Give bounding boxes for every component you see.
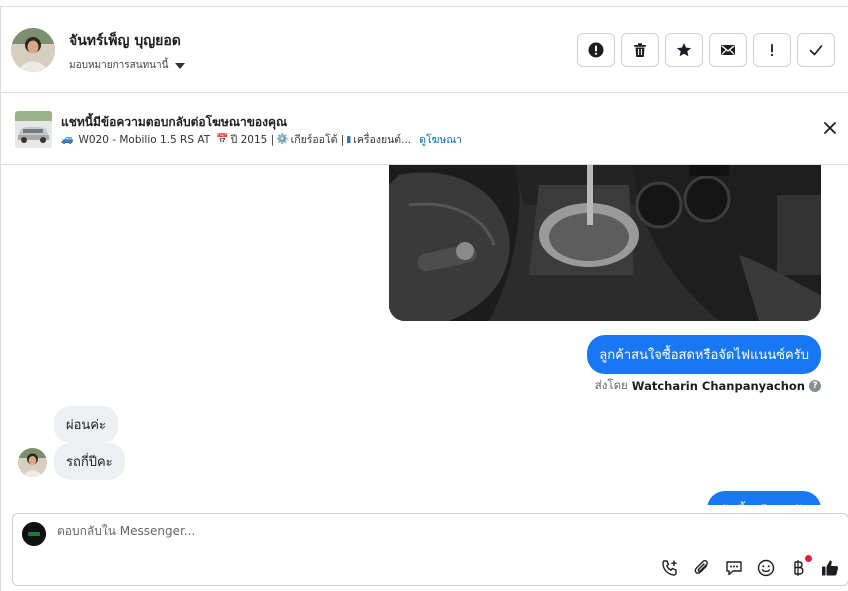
page-avatar: [22, 522, 46, 546]
outgoing-message[interactable]: ลูกค้าสนใจซื้อสดหรือจัดไฟแนนซ์ครับ: [587, 335, 821, 374]
chevron-down-icon: [175, 62, 186, 69]
contact-avatar-small[interactable]: [18, 448, 47, 477]
trash-icon: [634, 43, 646, 57]
calendar-icon: 📅: [216, 134, 229, 145]
help-icon[interactable]: ?: [809, 380, 821, 392]
outgoing-message[interactable]: คันนี้รถปี15ครับ: [706, 491, 821, 505]
exclamation-circle-icon: [588, 42, 604, 58]
saved-replies-button[interactable]: [724, 558, 744, 578]
incoming-message[interactable]: รถกี่ปีคะ: [54, 443, 125, 480]
view-ad-link[interactable]: ดูโฆษณา: [419, 131, 462, 148]
ad-model: W020 - Mobilio 1.5 RS AT: [78, 133, 211, 146]
contact-name[interactable]: จันทร์เพ็ญ บุญยอด: [69, 30, 181, 52]
sender-name: Watcharin Chanpanyachon: [631, 379, 805, 393]
reply-composer: [12, 513, 848, 586]
checkmark-icon: [809, 45, 823, 56]
sent-by-prefix: ส่งโดย: [594, 378, 628, 392]
reply-input[interactable]: [57, 524, 757, 538]
mark-unread-button[interactable]: [709, 33, 747, 67]
ad-details: 🚙 W020 - Mobilio 1.5 RS AT 📅 ปี 2015 | ⚙…: [61, 131, 462, 148]
baht-icon: [794, 560, 804, 576]
close-icon[interactable]: [823, 121, 837, 135]
ad-engine: เครื่องยนต์...: [353, 134, 412, 146]
emoji-button[interactable]: [756, 558, 776, 578]
attach-button[interactable]: [692, 558, 712, 578]
smiley-icon: [757, 559, 775, 577]
envelope-icon: [721, 45, 735, 55]
ad-reply-banner: แชทนี้มีข้อความตอบกลับต่อโฆษณาของคุณ 🚙 W…: [1, 93, 848, 165]
chat-bubble-icon: [726, 561, 742, 576]
sent-by-label: ส่งโดย Watcharin Chanpanyachon ?: [595, 377, 821, 395]
exclamation-icon: [770, 44, 774, 57]
thumbs-up-icon: [822, 560, 839, 576]
notification-dot: [805, 555, 812, 562]
ad-thumbnail[interactable]: [15, 111, 52, 148]
assign-label: มอบหมายการสนทนานี้: [69, 60, 169, 71]
car-interior-photo[interactable]: [389, 165, 821, 321]
important-button[interactable]: [753, 33, 791, 67]
conversation-panel: จันทร์เพ็ญ บุญยอด มอบหมายการสนทนานี้ แชท…: [0, 6, 848, 591]
report-button[interactable]: [577, 33, 615, 67]
incoming-message[interactable]: ผ่อนค่ะ: [54, 406, 118, 443]
car-icon: 🚙: [61, 134, 74, 145]
contact-avatar[interactable]: [11, 28, 55, 72]
mark-done-button[interactable]: [797, 33, 835, 67]
ad-year: ปี 2015 |: [230, 134, 275, 146]
star-button[interactable]: [665, 33, 703, 67]
payment-button[interactable]: [788, 555, 812, 578]
gear-icon: ⚙️: [276, 134, 289, 145]
conversation-actions: [577, 33, 835, 67]
message-thread[interactable]: ลูกค้าสนใจซื้อสดหรือจัดไฟแนนซ์ครับ ส่งโด…: [1, 165, 848, 505]
paperclip-icon: [694, 560, 708, 574]
call-button[interactable]: [660, 558, 680, 578]
phone-plus-icon: [662, 560, 677, 576]
composer-toolbar: [660, 555, 840, 578]
engine-icon: ▮: [346, 134, 352, 145]
delete-button[interactable]: [621, 33, 659, 67]
ad-banner-title: แชทนี้มีข้อความตอบกลับต่อโฆษณาของคุณ: [61, 115, 288, 129]
assign-conversation-dropdown[interactable]: มอบหมายการสนทนานี้: [69, 58, 186, 73]
star-icon: [677, 43, 691, 57]
like-button[interactable]: [820, 558, 840, 578]
ad-gear: เกียร์ออโต้ |: [290, 134, 345, 146]
conversation-header: จันทร์เพ็ญ บุญยอด มอบหมายการสนทนานี้: [1, 7, 848, 93]
